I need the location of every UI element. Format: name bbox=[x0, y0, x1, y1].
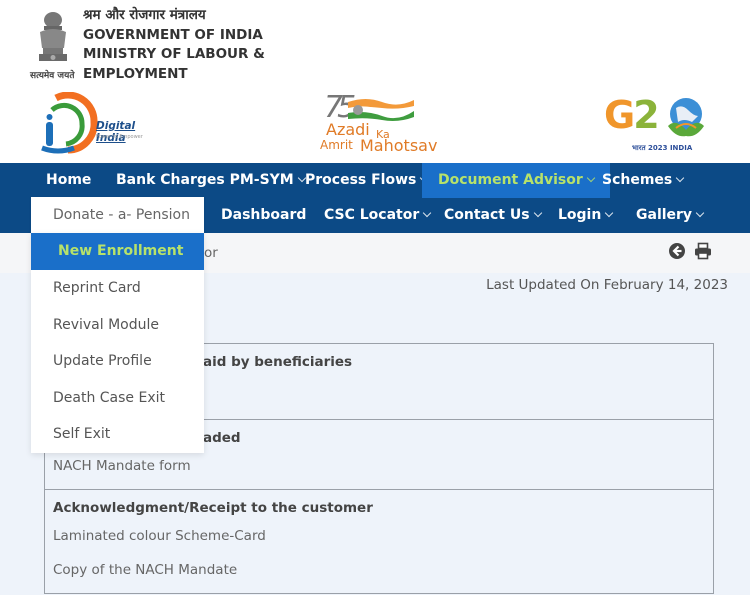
chevron-down-icon bbox=[676, 173, 685, 183]
chevron-down-icon bbox=[605, 208, 614, 218]
nav-contact-us-label: Contact Us bbox=[444, 207, 530, 223]
printer-icon[interactable] bbox=[694, 242, 712, 260]
akam-amrit: Amrit bbox=[320, 138, 353, 152]
azadi-ka-amrit-mahotsav-logo[interactable]: 75 Azadi Ka Amrit Mahotsav bbox=[318, 90, 443, 158]
dropdown-item-new-enrollment[interactable]: New Enrollment bbox=[31, 233, 204, 270]
doc-section-heading: Acknowledgment/Receipt to the customer bbox=[53, 500, 373, 516]
g20-text: G2 bbox=[604, 93, 660, 137]
doc-section: Acknowledgment/Receipt to the customer L… bbox=[45, 490, 713, 593]
nav-donate-a-pension-label: Donate - a- Pension bbox=[53, 207, 190, 223]
g20-globe-icon bbox=[668, 98, 704, 137]
nav-document-advisor[interactable]: Document Advisor bbox=[422, 163, 610, 198]
government-header: सत्यमेव जयते श्रम और रोजगार मंत्रालय GOV… bbox=[0, 0, 750, 88]
chevron-down-icon bbox=[533, 208, 542, 218]
nav-csc-locator[interactable]: CSC Locator bbox=[324, 198, 432, 233]
dropdown-item-death-case-exit[interactable]: Death Case Exit bbox=[31, 380, 204, 417]
ministry-title-line1: GOVERNMENT OF INDIA bbox=[83, 26, 263, 43]
dropdown-item-self-exit[interactable]: Self Exit bbox=[31, 416, 204, 453]
nav-login[interactable]: Login bbox=[558, 198, 614, 233]
nav-gallery-label: Gallery bbox=[636, 207, 693, 223]
breadcrumb[interactable]: or bbox=[204, 245, 218, 261]
nav-donate-a-pension[interactable]: Donate - a- Pension bbox=[31, 197, 204, 233]
dropdown-item-reprint-card[interactable]: Reprint Card bbox=[31, 270, 204, 307]
nav-bank-charges[interactable]: Bank Charges PM-SYM bbox=[116, 163, 306, 198]
nav-contact-us[interactable]: Contact Us bbox=[444, 198, 542, 233]
nav-process-flows[interactable]: Process Flows bbox=[305, 163, 429, 198]
ministry-title: श्रम और रोजगार मंत्रालय GOVERNMENT OF IN… bbox=[83, 6, 265, 84]
dropdown-item-update-profile[interactable]: Update Profile bbox=[31, 343, 204, 380]
doc-line: NACH Mandate form bbox=[53, 458, 191, 474]
nav-document-advisor-label: Document Advisor bbox=[438, 172, 583, 188]
nav-dashboard-label: Dashboard bbox=[221, 207, 307, 223]
digital-india-text: Digital India bbox=[96, 120, 136, 144]
chevron-down-icon bbox=[586, 173, 596, 183]
digital-india-logo[interactable]: Digital India Power to Empower bbox=[38, 91, 168, 156]
nav-bank-charges-label: Bank Charges PM-SYM bbox=[116, 172, 294, 188]
g20-logo[interactable]: G2 भारत 2023 INDIA bbox=[600, 92, 715, 158]
g20-subtitle: भारत 2023 INDIA bbox=[632, 144, 693, 152]
doc-line: Laminated colour Scheme-Card bbox=[53, 528, 266, 544]
back-icon[interactable] bbox=[668, 242, 686, 260]
nav-home[interactable]: Home bbox=[46, 163, 91, 198]
nav-schemes[interactable]: Schemes bbox=[602, 163, 685, 198]
ministry-title-hindi: श्रम और रोजगार मंत्रालय bbox=[83, 7, 206, 23]
nav-dashboard[interactable]: Dashboard bbox=[221, 198, 306, 233]
chevron-down-icon bbox=[423, 208, 432, 218]
nav-csc-locator-label: CSC Locator bbox=[324, 207, 420, 223]
last-updated: Last Updated On February 14, 2023 bbox=[486, 277, 728, 293]
digital-india-tagline: Power to Empower bbox=[96, 134, 143, 140]
nav-process-flows-label: Process Flows bbox=[305, 172, 417, 188]
chevron-down-icon bbox=[695, 208, 705, 218]
ministry-title-line2: MINISTRY OF LABOUR & bbox=[83, 46, 265, 62]
dropdown-item-revival-module[interactable]: Revival Module bbox=[31, 307, 204, 344]
ministry-title-line3: EMPLOYMENT bbox=[83, 65, 188, 82]
logo-strip: Digital India Power to Empower 75 Azadi … bbox=[0, 88, 750, 163]
akam-mahotsav: Mahotsav bbox=[360, 136, 438, 155]
emblem-motto: सत्यमेव जयते bbox=[30, 71, 75, 81]
doc-line: Copy of the NACH Mandate bbox=[53, 562, 238, 578]
nav-schemes-label: Schemes bbox=[602, 172, 673, 188]
nav-gallery[interactable]: Gallery bbox=[636, 198, 705, 233]
nav-login-label: Login bbox=[558, 207, 602, 223]
nav-home-label: Home bbox=[46, 172, 92, 188]
donate-a-pension-dropdown: New Enrollment Reprint Card Revival Modu… bbox=[31, 233, 204, 453]
